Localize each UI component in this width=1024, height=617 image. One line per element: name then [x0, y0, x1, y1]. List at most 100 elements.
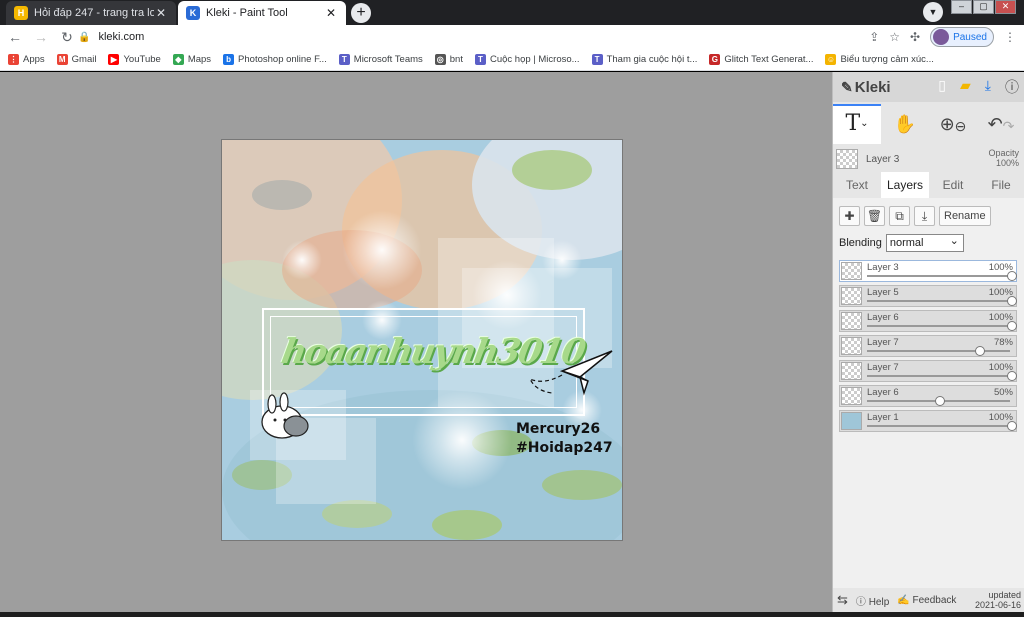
tab-title: Hỏi đáp 247 - trang tra loi — [34, 7, 154, 19]
undo-icon[interactable]: ↶ — [988, 114, 1003, 134]
close-tab-icon[interactable]: ✕ — [154, 6, 168, 20]
extensions-icon[interactable]: ✣ — [910, 30, 920, 44]
rename-button[interactable]: Rename — [939, 206, 991, 226]
gmail-icon: M — [56, 54, 68, 65]
bookmark-label: Glitch Text Generat... — [724, 54, 814, 65]
open-folder-icon[interactable]: ▰ — [960, 77, 971, 97]
opacity-slider-track[interactable] — [867, 425, 1010, 427]
new-image-icon[interactable]: ▯ — [938, 77, 946, 97]
opacity-slider-knob[interactable] — [1007, 271, 1017, 281]
bookmark-item[interactable]: ◎ bnt — [434, 54, 463, 65]
browser-tabstrip: H Hỏi đáp 247 - trang tra loi ✕ K Kleki … — [0, 0, 1024, 25]
minimize-button[interactable]: – — [951, 0, 972, 14]
duplicate-layer-button[interactable]: ⧉ — [889, 206, 910, 226]
lily-pad — [432, 510, 502, 540]
help-button[interactable]: ⓘ Help — [856, 593, 889, 608]
bookmark-label: Cuộc họp | Microso... — [489, 54, 580, 65]
signature-text: Mercury26 #Hoidap247 — [516, 420, 613, 458]
hoidap-favicon-icon: H — [14, 6, 28, 20]
forward-icon[interactable]: → — [30, 29, 52, 45]
opacity-slider-track[interactable] — [867, 325, 1010, 327]
bookmark-item[interactable]: b Photoshop online F... — [223, 54, 327, 65]
zoom-in-icon[interactable]: ⊕ — [940, 114, 955, 134]
teams-icon: T — [591, 54, 603, 65]
kleki-logo-text: Kleki — [854, 78, 891, 96]
maximize-button[interactable]: ▢ — [973, 0, 994, 14]
opacity-slider-knob[interactable] — [1007, 421, 1017, 431]
layer-row[interactable]: Layer 1 100% — [839, 410, 1017, 432]
layer-name: Layer 3 — [867, 262, 899, 273]
tab-file[interactable]: File — [977, 172, 1024, 198]
new-tab-button[interactable]: + — [351, 3, 371, 23]
opacity-slider-knob[interactable] — [934, 396, 945, 406]
tab-kleki[interactable]: K Kleki - Paint Tool ✕ — [178, 1, 346, 25]
tab-hoidap247[interactable]: H Hỏi đáp 247 - trang tra loi ✕ — [6, 1, 176, 25]
bookmark-label: YouTube — [123, 54, 161, 65]
drawing-canvas[interactable]: hoaanhuynh3010 Mercury26 #Hoidap247 — [221, 139, 623, 541]
opacity-slider-track[interactable] — [867, 375, 1010, 377]
media-control-icon[interactable]: ▼ — [923, 2, 943, 22]
opacity-slider-knob[interactable] — [975, 346, 986, 356]
redo-icon[interactable]: ↷ — [1003, 118, 1015, 134]
hand-tool-icon[interactable]: ✋ — [881, 114, 929, 135]
bookmark-item[interactable]: T Tham gia cuộc hội t... — [591, 54, 697, 65]
reload-icon[interactable]: ↻ — [56, 29, 78, 46]
layer-row[interactable]: Layer 6 100% — [839, 310, 1017, 332]
layer-name: Layer 5 — [867, 287, 899, 298]
feedback-button[interactable]: ✍ Feedback — [897, 595, 956, 606]
browser-toolbar: ← → ↻ 🔒 kleki.com ⇪ ☆ ✣ Paused ⋮ — [0, 25, 1024, 49]
layer-opacity: 50% — [993, 387, 1013, 398]
opacity-slider-track[interactable] — [867, 350, 1010, 352]
layers-pane: ✚ 🗑 ⧉ ⤓ Rename Blending normal Layer 310… — [833, 198, 1024, 588]
layer-row[interactable]: Layer 7 100% — [839, 360, 1017, 382]
blending-select[interactable]: normal — [885, 233, 964, 252]
kleki-logo: ✎ Kleki — [841, 79, 891, 96]
opacity-slider-knob[interactable] — [1007, 371, 1017, 381]
text-tool-button[interactable]: T⌄ — [833, 104, 881, 144]
photoshop-icon: b — [223, 54, 235, 65]
opacity-slider-track[interactable] — [867, 300, 1010, 302]
bookmark-item[interactable]: ▶ YouTube — [108, 54, 161, 65]
close-window-button[interactable]: ✕ — [995, 0, 1016, 14]
menu-icon[interactable]: ⋮ — [1004, 30, 1016, 44]
merge-down-button[interactable]: ⤓ — [914, 206, 935, 226]
tab-edit[interactable]: Edit — [929, 172, 977, 198]
address-bar[interactable]: 🔒 kleki.com — [78, 25, 144, 49]
bookmark-item[interactable]: G Glitch Text Generat... — [709, 54, 813, 65]
opacity-readout: Opacity 100% — [988, 148, 1019, 168]
canvas-workspace[interactable]: hoaanhuynh3010 Mercury26 #Hoidap247 — [0, 72, 832, 612]
swap-sides-icon[interactable]: ⇆ — [837, 592, 848, 608]
profile-button[interactable]: Paused — [930, 27, 994, 47]
add-layer-button[interactable]: ✚ — [839, 206, 860, 226]
apps-grid-icon: ⋮ — [8, 54, 19, 65]
bookmark-item[interactable]: ☺ Biểu tượng cảm xúc... — [825, 54, 934, 65]
share-icon[interactable]: ⇪ — [869, 30, 879, 44]
zoom-buttons[interactable]: ⊕⊖ — [929, 114, 977, 135]
bookmark-item[interactable]: T Microsoft Teams — [338, 54, 423, 65]
back-icon[interactable]: ← — [4, 29, 26, 45]
bookmark-item[interactable]: T Cuộc họp | Microso... — [474, 54, 580, 65]
undo-redo-buttons[interactable]: ↶↷ — [977, 114, 1024, 135]
opacity-slider-track[interactable] — [867, 275, 1010, 277]
opacity-slider-knob[interactable] — [1007, 321, 1017, 331]
delete-layer-button[interactable]: 🗑 — [864, 206, 885, 226]
download-icon[interactable]: ⤓ — [985, 77, 991, 97]
tab-text[interactable]: Text — [833, 172, 881, 198]
layer-row[interactable]: Layer 3 100% — [839, 260, 1017, 282]
tab-layers[interactable]: Layers — [881, 172, 929, 198]
help-circle-icon[interactable]: ⓘ — [1005, 77, 1019, 97]
star-icon[interactable]: ☆ — [889, 30, 900, 44]
layer-row[interactable]: Layer 7 78% — [839, 335, 1017, 357]
zoom-out-icon[interactable]: ⊖ — [955, 118, 967, 134]
updated-date: 2021-06-16 — [974, 600, 1021, 610]
layer-row[interactable]: Layer 6 50% — [839, 385, 1017, 407]
paper-plane-icon — [528, 350, 613, 396]
bookmark-item[interactable]: M Gmail — [56, 54, 96, 65]
bookmark-item[interactable]: ◆ Maps — [172, 54, 211, 65]
maps-icon: ◆ — [172, 54, 184, 65]
close-tab-icon[interactable]: ✕ — [324, 6, 338, 20]
bookmark-item[interactable]: ⋮ Apps — [8, 54, 45, 65]
layer-row[interactable]: Layer 5 100% — [839, 285, 1017, 307]
chevron-down-icon[interactable]: ⌄ — [860, 118, 868, 129]
opacity-slider-knob[interactable] — [1007, 296, 1017, 306]
